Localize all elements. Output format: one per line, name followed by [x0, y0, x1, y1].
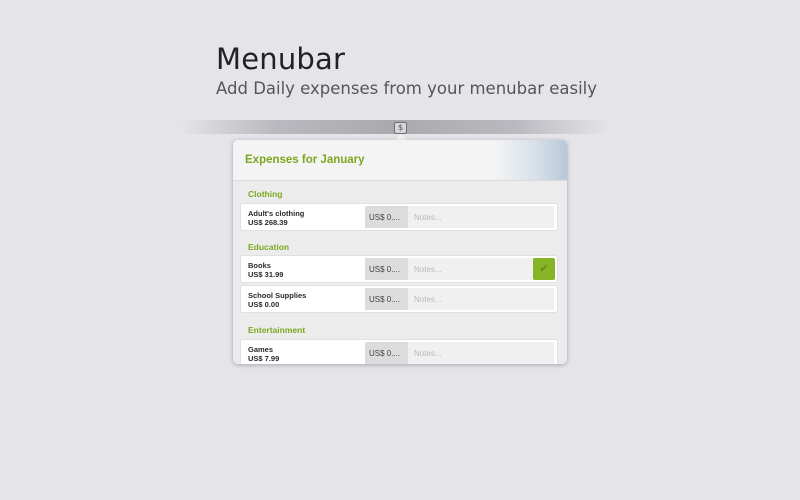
section-heading-education: Education	[248, 242, 290, 252]
expense-name: Books	[248, 261, 271, 270]
hero-title: Menubar	[216, 42, 346, 76]
expense-row-books: Books US$ 31.99 ✔	[241, 256, 557, 282]
popover-title: Expenses for January	[245, 154, 365, 166]
expense-name: School Supplies	[248, 291, 307, 300]
popover-header: Expenses for January	[233, 140, 567, 181]
checkmark-icon[interactable]: ✔	[533, 258, 555, 280]
expense-total: US$ 268.39	[248, 218, 288, 227]
expense-row-adults-clothing: Adult's clothing US$ 268.39	[241, 204, 557, 230]
expense-total: US$ 7.99	[248, 354, 280, 363]
expense-name: Games	[248, 345, 274, 354]
section-heading-clothing: Clothing	[248, 189, 283, 199]
notes-input[interactable]	[408, 342, 554, 364]
amount-input[interactable]	[365, 342, 408, 364]
amount-input[interactable]	[365, 288, 408, 310]
expenses-popover: Expenses for January Clothing Adult's cl…	[233, 140, 567, 364]
expense-total: US$ 31.99	[248, 270, 284, 279]
notes-input[interactable]	[408, 206, 554, 228]
expense-total: US$ 0.00	[248, 300, 280, 309]
section-heading-entertainment: Entertainment	[248, 325, 306, 335]
amount-input[interactable]	[365, 258, 408, 280]
expense-name: Adult's clothing	[248, 209, 305, 218]
amount-input[interactable]	[365, 206, 408, 228]
hero-subtitle: Add Daily expenses from your menubar eas…	[216, 79, 598, 98]
notes-input[interactable]	[408, 288, 554, 310]
expense-row-games: Games US$ 7.99	[241, 340, 557, 364]
dollar-icon[interactable]: $	[394, 122, 407, 134]
expense-row-school-supplies: School Supplies US$ 0.00	[241, 286, 557, 312]
